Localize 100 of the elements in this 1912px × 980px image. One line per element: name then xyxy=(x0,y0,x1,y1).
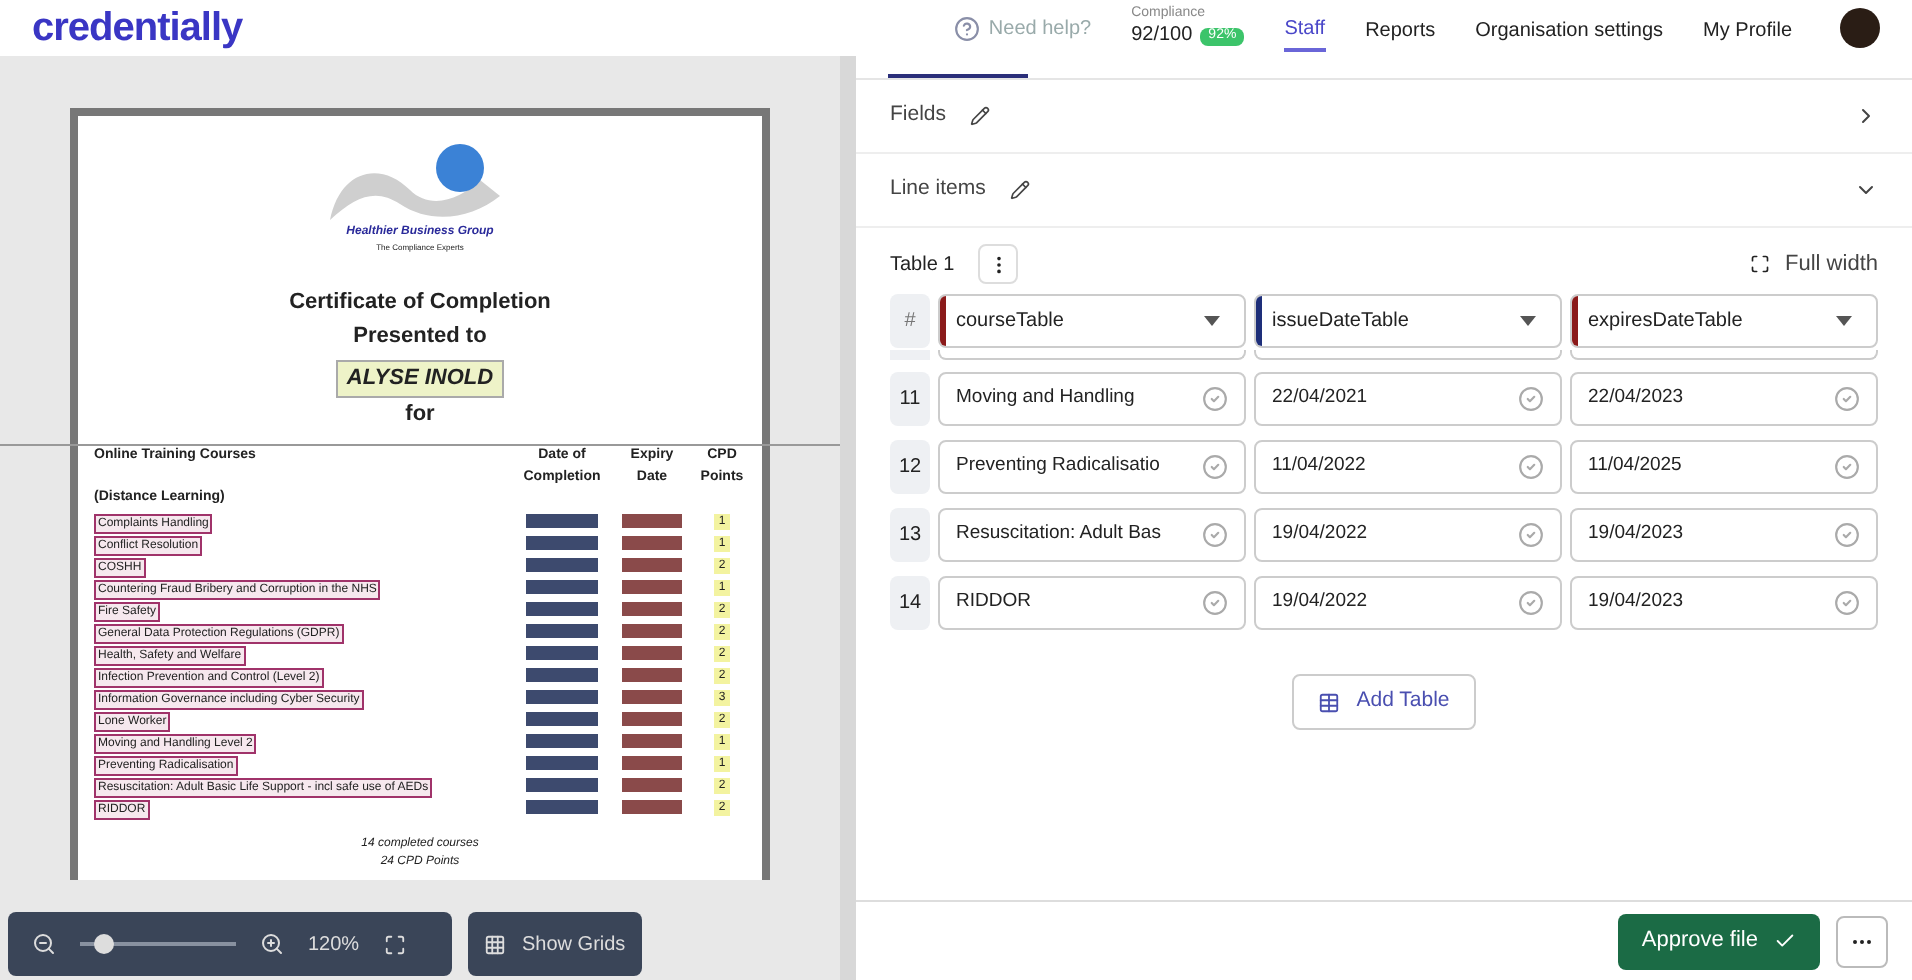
cell-input[interactable]: 19/04/2023 xyxy=(1570,576,1878,630)
help-icon[interactable] xyxy=(954,15,981,41)
table-icon xyxy=(1318,691,1341,713)
for-text: for xyxy=(405,399,435,429)
date-highlight xyxy=(622,601,682,615)
compliance-score: 92/100 xyxy=(1131,24,1193,50)
row-number: 13 xyxy=(890,508,930,562)
check-circle-icon[interactable] xyxy=(1834,522,1860,548)
cell-value: 22/04/2023 xyxy=(1588,384,1684,413)
check-circle-icon[interactable] xyxy=(1202,386,1228,412)
cell-value: 19/04/2023 xyxy=(1588,588,1684,617)
edit-icon[interactable] xyxy=(1009,180,1030,200)
nav-link[interactable]: Organisation settings xyxy=(1475,7,1664,49)
section-title: Fields xyxy=(890,100,947,131)
date-highlight xyxy=(622,557,682,571)
date-highlight xyxy=(622,689,682,703)
check-circle-icon[interactable] xyxy=(1518,454,1544,480)
date-highlight xyxy=(526,755,598,769)
index-header: # xyxy=(890,294,930,348)
check-circle-icon[interactable] xyxy=(1834,386,1860,412)
logo[interactable]: credentially xyxy=(32,0,243,58)
cell-value: 11/04/2022 xyxy=(1272,452,1366,481)
recipient-name: ALYSE INOLD xyxy=(336,360,504,397)
date-highlight xyxy=(526,799,598,813)
approve-file-button[interactable]: Approve file xyxy=(1617,913,1820,969)
edit-icon[interactable] xyxy=(970,106,991,126)
certificate-subtitle: Presented to xyxy=(353,321,487,351)
date-highlight xyxy=(526,557,598,571)
date-highlight xyxy=(622,711,682,725)
zoom-slider-thumb[interactable] xyxy=(93,934,114,954)
check-circle-icon[interactable] xyxy=(1202,590,1228,616)
table-title: Table 1 xyxy=(890,251,955,279)
nav-link[interactable]: Reports xyxy=(1365,7,1436,49)
cell-value: 19/04/2022 xyxy=(1272,588,1368,617)
show-grids-button[interactable]: Show Grids xyxy=(468,912,642,976)
nav-link[interactable]: Staff xyxy=(1284,5,1326,51)
cell-input[interactable]: 11/04/2025 xyxy=(1570,440,1878,494)
check-icon xyxy=(1774,930,1796,952)
date-highlight xyxy=(622,645,682,659)
date-highlight xyxy=(622,777,682,791)
dropdown-caret-icon xyxy=(1204,316,1220,326)
date-highlight xyxy=(526,777,598,791)
check-circle-icon[interactable] xyxy=(1202,454,1228,480)
column-name: courseTable xyxy=(956,308,1064,336)
date-highlight xyxy=(526,645,598,659)
date-highlight xyxy=(526,535,598,549)
section-title: Line items xyxy=(890,174,986,205)
date-highlight xyxy=(526,667,598,681)
cell-input[interactable]: 11/04/2022 xyxy=(1254,440,1562,494)
zoom-in-icon[interactable] xyxy=(260,932,284,956)
cell-value: 19/04/2023 xyxy=(1588,520,1684,549)
cell-input[interactable]: 19/04/2022 xyxy=(1254,508,1562,562)
table-menu-button[interactable] xyxy=(978,244,1019,284)
date-highlight xyxy=(622,513,682,527)
cell-input[interactable]: 22/04/2023 xyxy=(1570,372,1878,426)
cell-input[interactable]: Preventing Radicalisatio xyxy=(938,440,1246,494)
cell-input[interactable]: 19/04/2023 xyxy=(1570,508,1878,562)
check-circle-icon[interactable] xyxy=(1518,522,1544,548)
column-select[interactable]: expiresDateTable xyxy=(1570,294,1878,348)
cell-value: Resuscitation: Adult Bas xyxy=(956,520,1161,549)
row-number: 14 xyxy=(890,576,930,630)
add-table-button[interactable]: Add Table xyxy=(1292,674,1476,730)
column-name: issueDateTable xyxy=(1272,308,1409,336)
cell-input[interactable]: 22/04/2021 xyxy=(1254,372,1562,426)
date-highlight xyxy=(622,799,682,813)
check-circle-icon[interactable] xyxy=(1834,590,1860,616)
row-number: 12 xyxy=(890,440,930,494)
date-highlight xyxy=(622,535,682,549)
check-circle-icon[interactable] xyxy=(1202,522,1228,548)
column-select[interactable]: issueDateTable xyxy=(1254,294,1562,348)
date-highlight xyxy=(526,689,598,703)
avatar[interactable] xyxy=(1840,8,1880,48)
cell-input[interactable]: RIDDOR xyxy=(938,576,1246,630)
date-highlight xyxy=(622,579,682,593)
date-highlight xyxy=(526,579,598,593)
date-highlight xyxy=(622,755,682,769)
cell-input[interactable]: Moving and Handling xyxy=(938,372,1246,426)
date-highlight xyxy=(622,733,682,747)
cell-input[interactable]: 19/04/2022 xyxy=(1254,576,1562,630)
expand-icon[interactable] xyxy=(1749,254,1770,274)
dropdown-caret-icon xyxy=(1520,316,1536,326)
date-highlight xyxy=(526,513,598,527)
full-width-link[interactable]: Full width xyxy=(1785,247,1878,281)
check-circle-icon[interactable] xyxy=(1518,590,1544,616)
check-circle-icon[interactable] xyxy=(1518,386,1544,412)
certificate-title: Certificate of Completion xyxy=(289,288,551,318)
grid-icon xyxy=(484,933,506,955)
date-highlight xyxy=(526,601,598,615)
cell-value: Moving and Handling xyxy=(956,384,1135,413)
row-number: 11 xyxy=(890,372,930,426)
zoom-level: 120% xyxy=(308,931,360,959)
zoom-out-icon[interactable] xyxy=(32,932,56,956)
section-header[interactable]: Fields xyxy=(856,80,1912,154)
section-header[interactable]: Line items xyxy=(856,154,1912,228)
cell-input[interactable]: Resuscitation: Adult Bas xyxy=(938,508,1246,562)
fit-screen-icon[interactable] xyxy=(383,933,406,955)
column-select[interactable]: courseTable xyxy=(938,294,1246,348)
check-circle-icon[interactable] xyxy=(1834,454,1860,480)
nav-link[interactable]: My Profile xyxy=(1703,7,1792,49)
more-options-button[interactable] xyxy=(1836,915,1888,967)
